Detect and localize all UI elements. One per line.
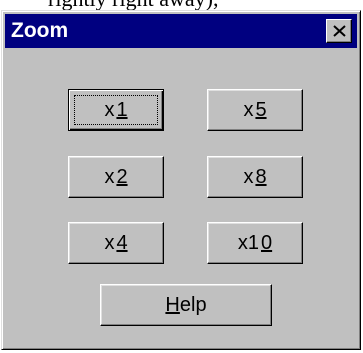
zoom-x1-label: x1 (104, 99, 128, 121)
close-icon (333, 25, 346, 37)
zoom-x5-button[interactable]: x5 (207, 89, 303, 131)
zoom-x4-label: x4 (104, 232, 128, 254)
title-bar[interactable]: Zoom (5, 14, 357, 48)
screen: rightly right away), Zoom x1 x5 x2 x8 x4 (0, 0, 363, 353)
close-button[interactable] (326, 19, 352, 43)
help-label: Help (165, 294, 207, 316)
zoom-x2-button[interactable]: x2 (68, 156, 164, 198)
zoom-x8-button[interactable]: x8 (207, 156, 303, 198)
zoom-dialog: Zoom x1 x5 x2 x8 x4 x1 0 Help (1, 10, 361, 350)
zoom-x1-button[interactable]: x1 (68, 89, 164, 131)
zoom-x10-label: x1 0 (237, 232, 273, 254)
zoom-x2-label: x2 (104, 166, 128, 188)
zoom-x8-label: x8 (243, 166, 267, 188)
zoom-x10-button[interactable]: x1 0 (207, 222, 303, 264)
zoom-x5-label: x5 (243, 99, 267, 121)
dialog-title: Zoom (11, 19, 69, 42)
help-button[interactable]: Help (100, 284, 272, 326)
zoom-x4-button[interactable]: x4 (68, 222, 164, 264)
